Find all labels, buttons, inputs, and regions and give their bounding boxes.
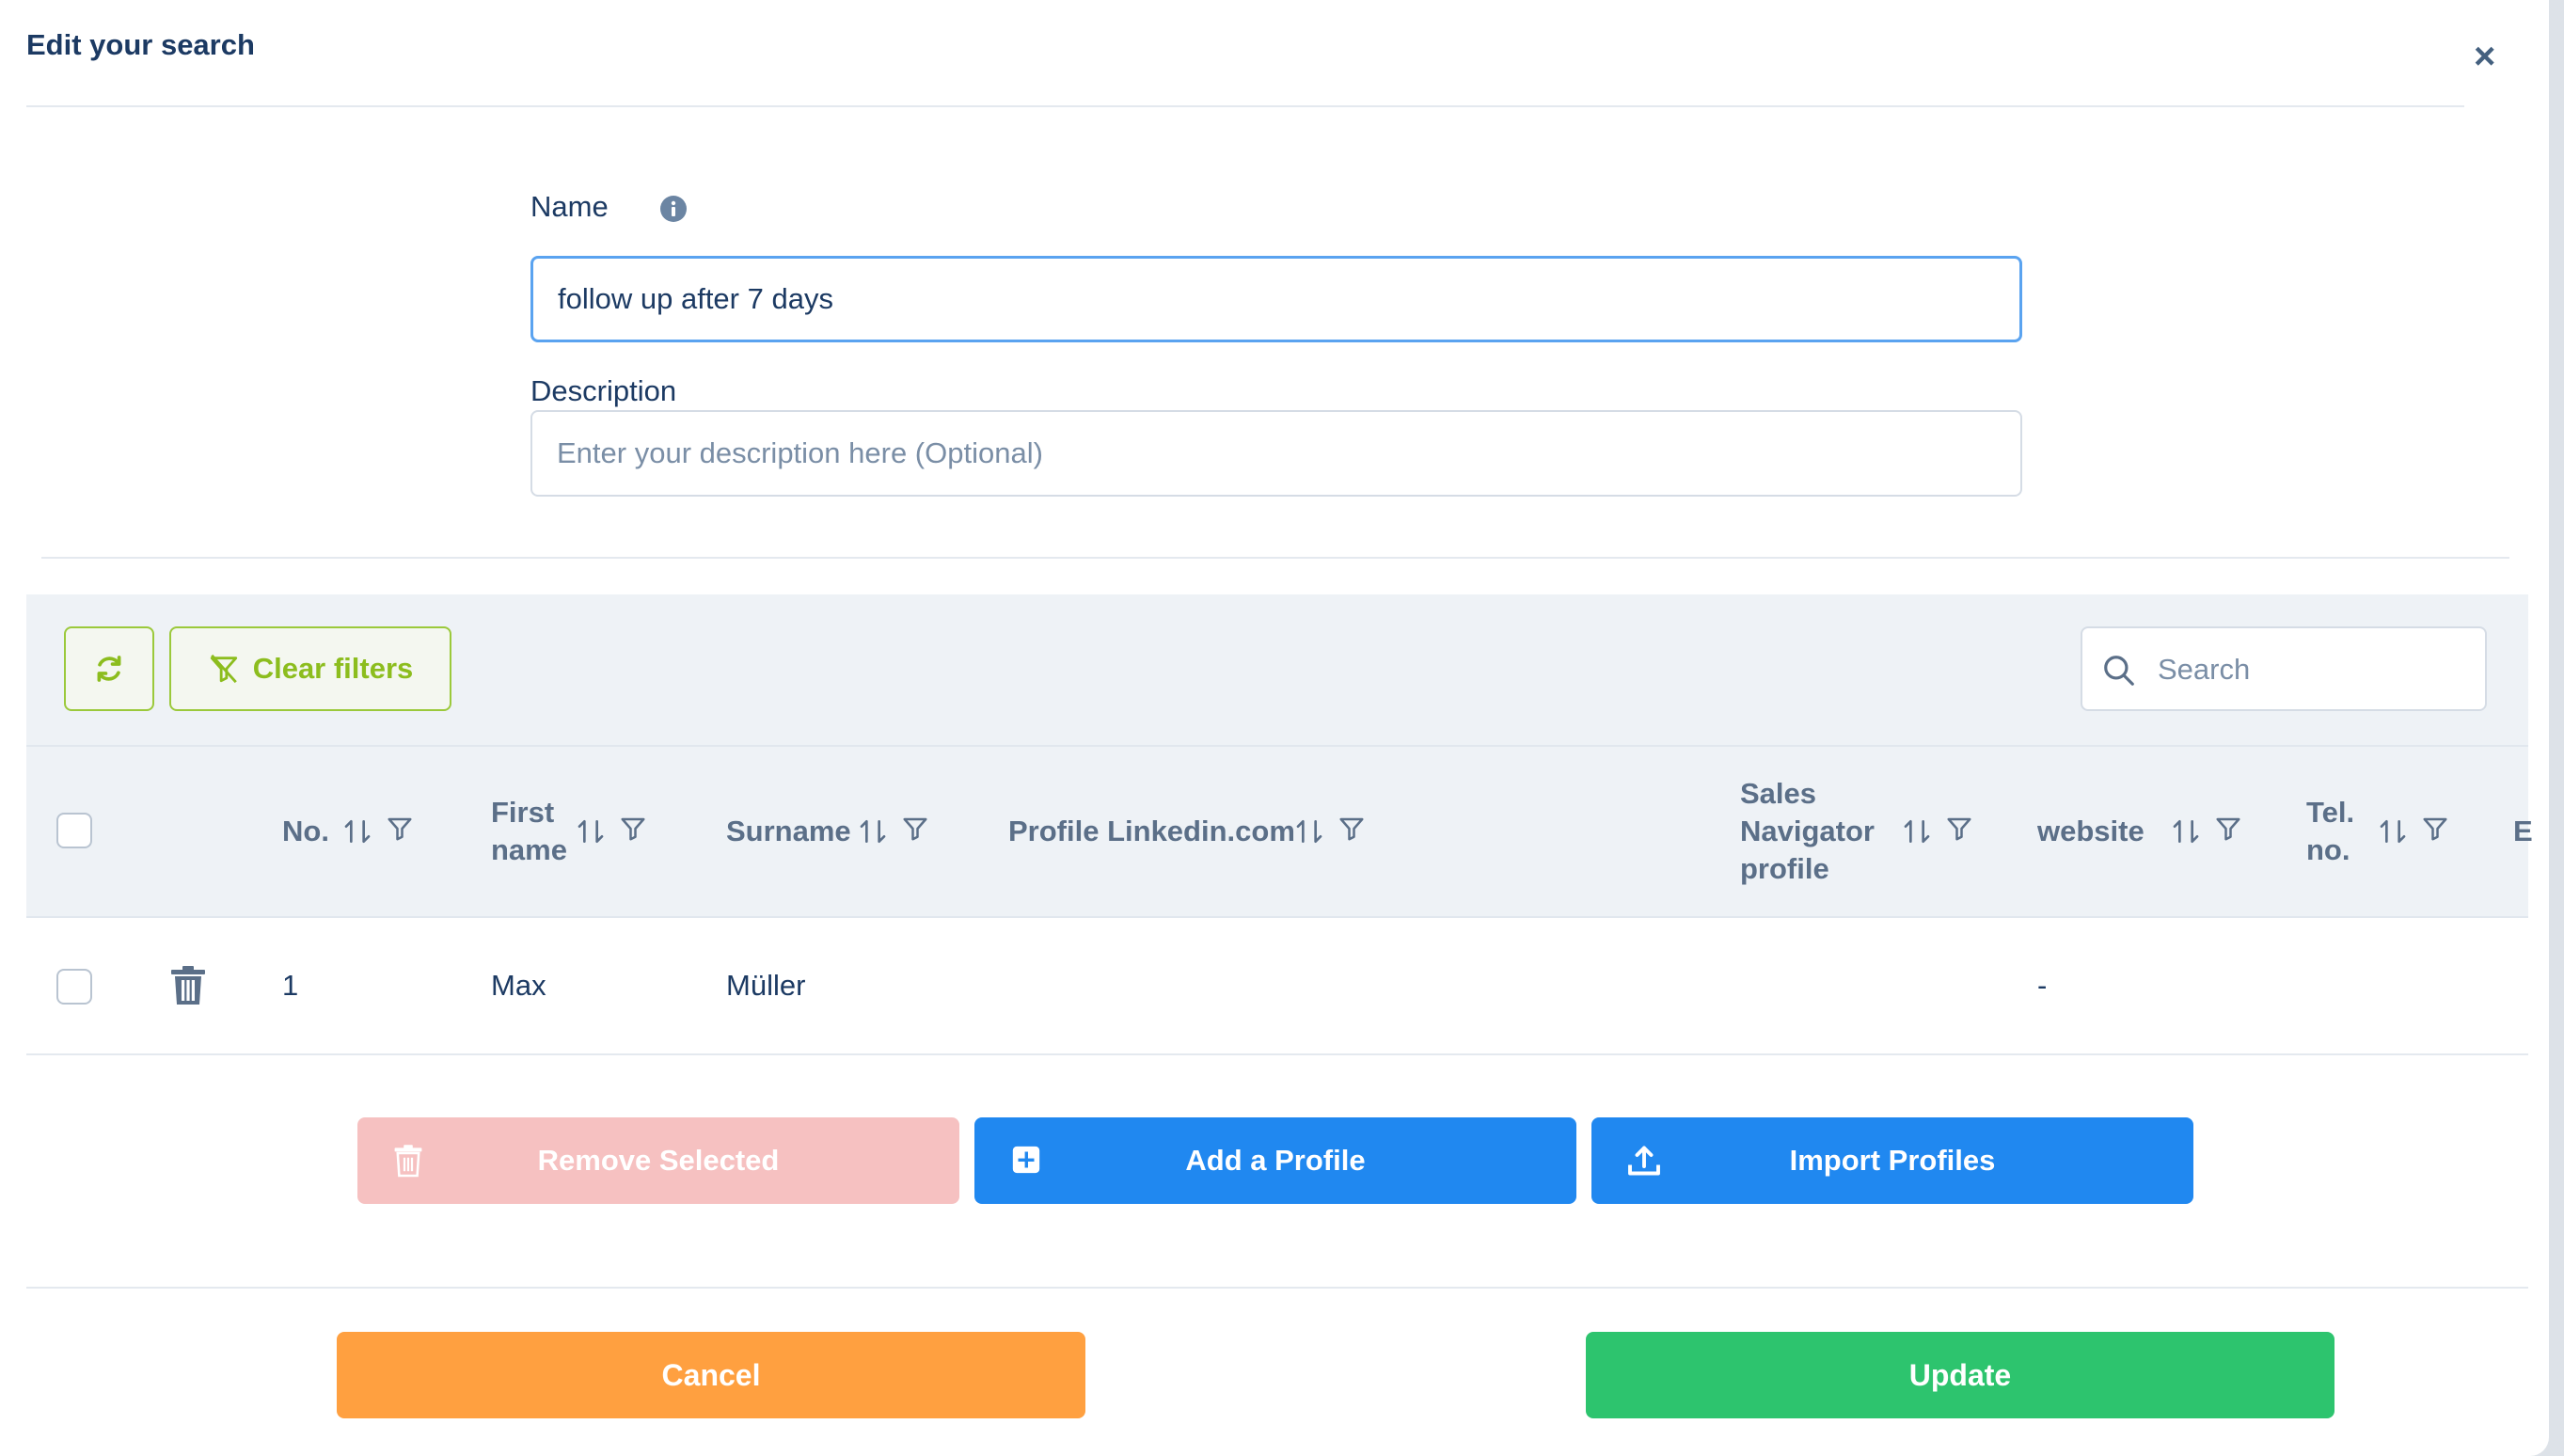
cell-first-name: Max [491,969,546,1002]
trash-icon [394,1145,422,1178]
cell-no: 1 [282,969,299,1002]
remove-selected-button[interactable]: Remove Selected [357,1117,959,1204]
filter-icon[interactable] [619,815,647,843]
column-tel-no[interactable]: Tel. no. [2306,794,2354,869]
upload-icon [1628,1146,1660,1176]
refresh-icon [97,656,121,682]
filter-icon[interactable] [386,815,414,843]
filter-icon[interactable] [901,815,929,843]
cancel-button[interactable]: Cancel [337,1332,1085,1418]
column-sales-navigator-line2: Navigator [1740,815,1875,847]
column-surname[interactable]: Surname [726,813,851,850]
info-icon[interactable] [660,196,687,222]
column-first-name-line2: name [491,833,567,866]
filter-icon[interactable] [2214,815,2242,843]
column-no[interactable]: No. [282,813,329,850]
name-label: Name [530,190,609,223]
column-sales-navigator-line3: profile [1740,852,1829,885]
select-all-checkbox[interactable] [56,813,92,848]
table-header: No. First name Surname Profile Linkedin.… [26,745,2533,918]
edit-search-dialog: Edit your search × Name Description Clea… [0,0,2549,1456]
form-divider [41,557,2509,559]
column-first-name[interactable]: First name [491,794,567,869]
column-sales-navigator-line1: Sales [1740,777,1817,810]
sort-icon[interactable] [576,816,606,847]
trash-icon[interactable] [169,965,207,1006]
sort-icon[interactable] [1902,816,1932,847]
column-tel-no-line1: Tel. [2306,796,2355,829]
remove-selected-label: Remove Selected [537,1144,780,1177]
table-toolbar: Clear filters [26,594,2528,745]
column-website[interactable]: website [2037,813,2145,850]
clear-filters-button[interactable]: Clear filters [169,626,451,711]
close-icon[interactable]: × [2474,38,2495,75]
column-sales-navigator[interactable]: Sales Navigator profile [1740,775,1875,888]
table-search[interactable] [2081,626,2487,711]
filter-clear-icon [210,654,237,684]
import-profiles-button[interactable]: Import Profiles [1591,1117,2193,1204]
column-tel-no-line2: no. [2306,833,2350,866]
import-profiles-label: Import Profiles [1789,1144,1996,1177]
header-divider [26,105,2464,107]
sort-icon[interactable] [2378,816,2408,847]
filter-icon[interactable] [2421,815,2449,843]
sort-icon[interactable] [1294,816,1324,847]
table-row: 1 Max Müller - [26,918,2528,1055]
plus-square-icon [1012,1146,1040,1174]
cell-website: - [2037,969,2048,1002]
description-input[interactable] [530,410,2022,497]
search-input[interactable] [2156,643,2470,696]
name-input[interactable] [530,256,2022,342]
description-label: Description [530,374,677,407]
clear-filters-label: Clear filters [252,652,414,685]
sort-icon[interactable] [858,816,888,847]
column-cut-off[interactable]: E [2513,813,2533,850]
sort-icon[interactable] [2171,816,2201,847]
column-profile-linkedin[interactable]: Profile Linkedin.com [1008,813,1295,850]
filter-icon[interactable] [1337,815,1366,843]
cell-surname: Müller [726,969,806,1002]
add-profile-button[interactable]: Add a Profile [974,1117,1576,1204]
footer-divider [26,1287,2528,1289]
sort-icon[interactable] [342,816,372,847]
dialog-title: Edit your search [26,28,255,61]
search-icon [2104,656,2134,686]
filter-icon[interactable] [1945,815,1973,843]
row-checkbox[interactable] [56,969,92,1005]
column-first-name-line1: First [491,796,555,829]
add-profile-label: Add a Profile [1185,1144,1366,1177]
refresh-button[interactable] [64,626,154,711]
update-button[interactable]: Update [1586,1332,2335,1418]
